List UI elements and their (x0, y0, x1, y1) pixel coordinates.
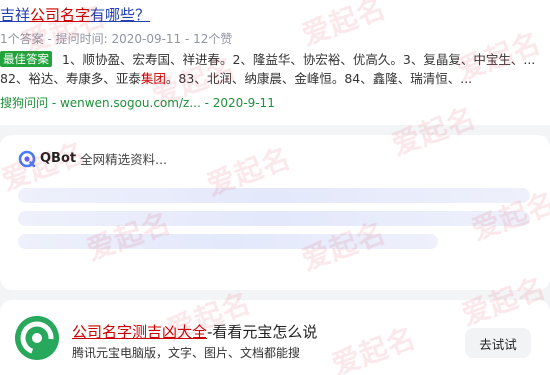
search-result: 吉祥公司名字有哪些？ 1个答案 - 提问时间: 2020-09-11 - 12个… (0, 0, 550, 125)
title-suffix[interactable]: 有哪些？ (90, 6, 150, 24)
result-source[interactable]: 搜狗问问 - wenwen.sogou.com/z... - 2020-9-11 (0, 95, 275, 111)
qbot-logo-icon (18, 150, 36, 168)
snippet-text-2: 。83、北润、纳康晨、金峰恒。84、鑫隆、瑞清恒、... (165, 71, 473, 86)
promo-title[interactable]: 公司名字测吉凶大全-看看元宝怎么说 (72, 322, 317, 342)
qbot-card: QBot 全网精选资料... (0, 135, 550, 290)
result-title-link[interactable]: 吉祥公司名字有哪些？ (0, 6, 150, 24)
loading-line-2 (18, 211, 530, 226)
qbot-name: QBot (40, 151, 77, 166)
try-button[interactable]: 去试试 (465, 328, 531, 358)
result-meta: 1个答案 - 提问时间: 2020-09-11 - 12个赞 (0, 32, 233, 46)
loading-line-3 (18, 234, 438, 249)
result-snippet: 最佳答案 1、顺协盈、宏寿国、祥进春。2、隆益华、协宏裕、优高久。3、复晶复、中宝… (0, 50, 548, 88)
result-title[interactable]: 吉祥公司名字有哪些？ (0, 5, 150, 25)
yuanbao-app-icon (15, 316, 59, 360)
title-keyword-highlight[interactable]: 公司名字 (30, 6, 90, 24)
best-answer-badge: 最佳答案 (0, 51, 52, 67)
promo-title-rest: -看看元宝怎么说 (207, 323, 318, 341)
snippet-keyword-highlight: 集团 (140, 71, 166, 86)
qbot-header: QBot 全网精选资料... (18, 149, 167, 168)
promo-title-link[interactable]: 公司名字测吉凶大全 (72, 323, 207, 341)
promo-description: 腾讯元宝电脑版，文字、图片、文档都能搜 (72, 346, 301, 360)
qbot-tagline: 全网精选资料... (80, 152, 168, 167)
title-prefix[interactable]: 吉祥 (0, 6, 30, 24)
loading-line-1 (18, 188, 530, 203)
promo-card: 公司名字测吉凶大全-看看元宝怎么说 腾讯元宝电脑版，文字、图片、文档都能搜 去试… (0, 300, 550, 375)
